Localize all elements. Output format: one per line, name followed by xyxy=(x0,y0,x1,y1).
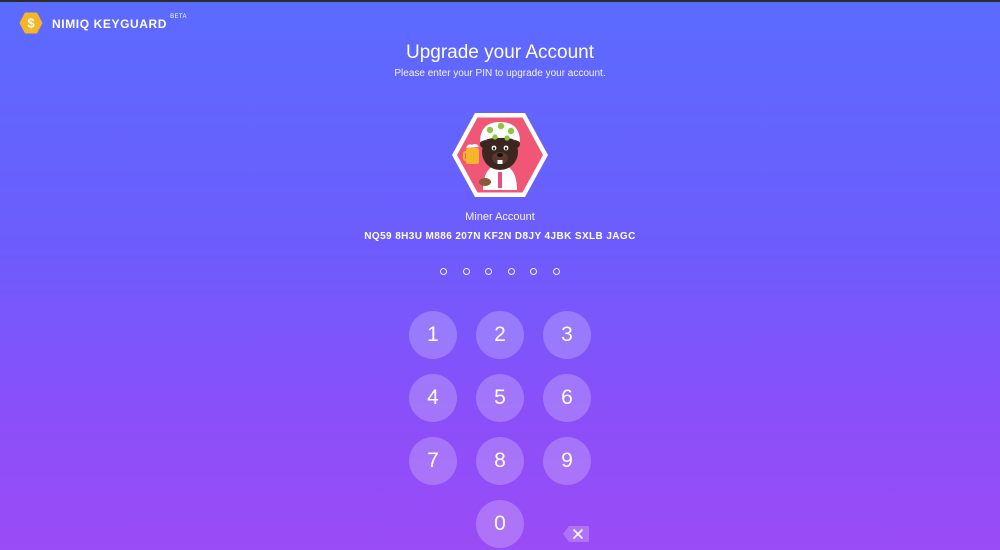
key-7[interactable]: 7 xyxy=(409,437,457,485)
brand: $ NIMIQ KEYGUARD BETA xyxy=(19,11,187,35)
key-1[interactable]: 1 xyxy=(409,311,457,359)
beaver-identicon-icon xyxy=(452,113,548,197)
pin-dot xyxy=(462,268,470,275)
brand-name: NIMIQ KEYGUARD xyxy=(52,17,168,31)
pin-dot xyxy=(552,268,560,275)
pin-dot xyxy=(530,268,538,275)
key-5[interactable]: 5 xyxy=(476,374,524,422)
svg-text:$: $ xyxy=(27,16,35,31)
backspace-icon[interactable] xyxy=(562,525,590,543)
key-3[interactable]: 3 xyxy=(543,311,591,359)
beta-badge: BETA xyxy=(170,14,187,20)
hexagon-nimiq-logo-icon: $ xyxy=(19,12,43,34)
pin-dot xyxy=(440,268,448,275)
key-0[interactable]: 0 xyxy=(476,500,524,548)
account-address: NQ59 8H3U M886 207N KF2N D8JY 4JBK SXLB … xyxy=(364,231,636,242)
pin-indicator xyxy=(0,268,1000,275)
window-top-border xyxy=(0,0,1000,2)
key-9[interactable]: 9 xyxy=(543,437,591,485)
pin-dot xyxy=(485,268,493,275)
page-title: Upgrade your Account xyxy=(405,42,594,63)
key-2[interactable]: 2 xyxy=(476,311,524,359)
key-6[interactable]: 6 xyxy=(543,374,591,422)
page-subtitle: Please enter your PIN to upgrade your ac… xyxy=(394,68,606,79)
pin-dot xyxy=(507,268,515,275)
pin-keypad: 1 2 3 4 5 6 7 8 9 0 xyxy=(409,311,591,550)
account-name: Miner Account xyxy=(465,211,535,223)
key-8[interactable]: 8 xyxy=(476,437,524,485)
key-4[interactable]: 4 xyxy=(409,374,457,422)
